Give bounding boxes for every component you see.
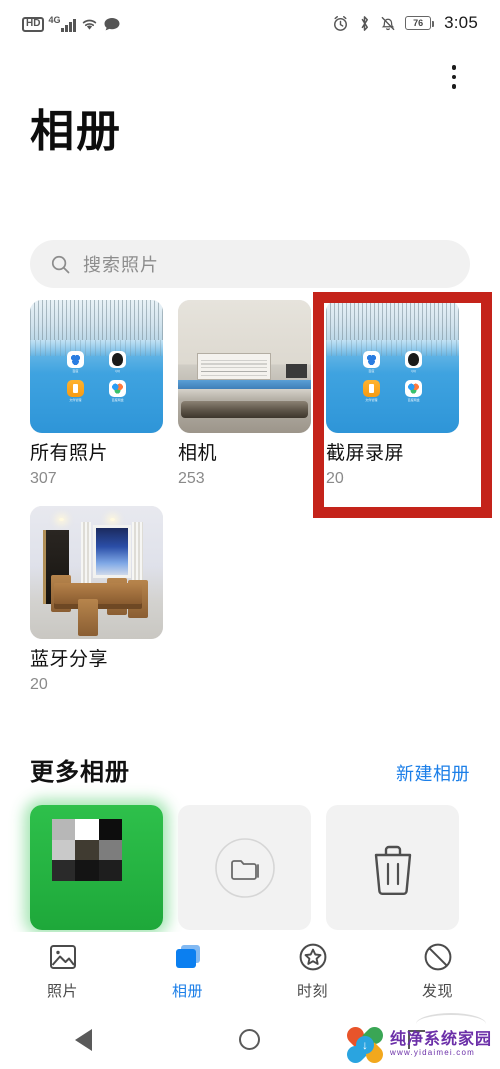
- message-icon: [104, 17, 120, 30]
- more-albums-title: 更多相册: [30, 759, 130, 786]
- home-button[interactable]: [218, 1020, 282, 1060]
- nav-label: 时刻: [296, 983, 328, 1000]
- nav-item-albums[interactable]: 相册: [125, 941, 250, 1001]
- album-name: 所有照片: [30, 443, 109, 464]
- machine-photo-thumbnail: [178, 300, 311, 433]
- file-manager-app-icon: [362, 379, 380, 397]
- back-button[interactable]: [51, 1020, 115, 1060]
- discover-icon: [424, 943, 451, 971]
- pixelated-thumbnail: [52, 819, 122, 881]
- album-name: 截屏录屏: [326, 443, 405, 464]
- album-item-camera[interactable]: 相机 253: [178, 300, 326, 488]
- albums-icon: [175, 945, 200, 968]
- circle-home-icon: [239, 1029, 261, 1050]
- baidu-netdisk-app-icon: [109, 379, 127, 397]
- qq-app-icon: [109, 350, 127, 368]
- album-count: 20: [326, 469, 344, 487]
- bluetooth-icon: [361, 15, 369, 31]
- more-albums-header: 更多相册 新建相册: [30, 752, 470, 787]
- nav-item-moments[interactable]: 时刻: [250, 941, 375, 1001]
- download-arrow-icon: ↓: [355, 1036, 374, 1054]
- album-thumbnail[interactable]: [30, 505, 163, 639]
- moments-star-icon: [299, 943, 326, 971]
- status-bar-right: 76 3:05: [332, 13, 478, 33]
- new-album-button[interactable]: 新建相册: [396, 760, 470, 786]
- battery-icon: 76: [405, 16, 435, 30]
- homescreen-screenshot-thumbnail: 百度 QQ 文件管理 百度网盘: [326, 300, 459, 433]
- search-placeholder: 搜索照片: [83, 255, 159, 275]
- more-album-tile-recently-deleted[interactable]: [326, 805, 459, 930]
- baidu-app-icon: [362, 350, 380, 368]
- alarm-icon: [334, 15, 348, 31]
- more-album-tile-other-albums[interactable]: [178, 805, 311, 930]
- signal-icon: 4G: [48, 15, 76, 32]
- file-manager-app-icon: [66, 379, 84, 397]
- album-item-bluetooth-share[interactable]: 蓝牙分享 20: [30, 505, 178, 694]
- hd-icon: HD: [22, 16, 45, 32]
- qq-app-icon: [405, 350, 423, 368]
- album-name: 蓝牙分享: [30, 648, 109, 670]
- watermark: ↓ 纯净系统家园 www.yidaimei.com: [343, 1023, 492, 1067]
- bottom-navigation: 照片 相册 时刻 发现: [0, 932, 500, 1010]
- album-thumbnail[interactable]: 百度 QQ 文件管理 百度网盘: [326, 300, 459, 433]
- album-grid: 百度 QQ 文件管理 百度网盘 所有照片 307 相机 253 百度 QQ 文件…: [30, 300, 475, 712]
- nav-label: 发现: [421, 983, 453, 1000]
- album-thumbnail[interactable]: [178, 300, 311, 433]
- status-bar-clock: 3:05: [444, 13, 478, 32]
- baidu-app-icon: [66, 350, 84, 368]
- album-item-all-photos[interactable]: 百度 QQ 文件管理 百度网盘 所有照片 307: [30, 300, 178, 488]
- baidu-netdisk-app-icon: [405, 379, 423, 397]
- album-name: 相机: [178, 443, 218, 464]
- more-options-icon[interactable]: [442, 62, 466, 92]
- watermark-url: www.yidaimei.com: [389, 1048, 475, 1058]
- nav-label: 相册: [171, 983, 203, 1000]
- trash-icon: [374, 845, 411, 895]
- mute-icon: [381, 16, 395, 30]
- watermark-brand: 纯净系统家园: [389, 1031, 492, 1049]
- more-album-tile-wechat[interactable]: [30, 805, 163, 930]
- search-input[interactable]: 搜索照片: [30, 240, 470, 288]
- watermark-logo-icon: ↓: [343, 1023, 387, 1067]
- dining-room-photo-thumbnail: [30, 505, 163, 639]
- page-title: 相册: [30, 107, 122, 156]
- watermark-text: 纯净系统家园 www.yidaimei.com: [389, 1031, 492, 1058]
- album-thumbnail[interactable]: 百度 QQ 文件管理 百度网盘: [30, 300, 163, 433]
- wifi-icon: [82, 19, 97, 30]
- album-count: 307: [30, 469, 57, 487]
- nav-item-photos[interactable]: 照片: [0, 941, 125, 1001]
- status-bar-left: HD 4G: [22, 15, 121, 32]
- top-bar: [0, 46, 500, 108]
- triangle-back-icon: [74, 1028, 92, 1051]
- album-item-screenshots[interactable]: 百度 QQ 文件管理 百度网盘 截屏录屏 20: [326, 300, 474, 488]
- photo-icon: [49, 945, 76, 969]
- nav-item-discover[interactable]: 发现: [375, 941, 500, 1001]
- signal-bars: [61, 18, 76, 32]
- more-albums-grid: [30, 805, 475, 930]
- homescreen-screenshot-thumbnail: 百度 QQ 文件管理 百度网盘: [30, 300, 163, 433]
- folder-icon: [214, 837, 275, 898]
- status-bar: HD 4G 76 3:05: [0, 0, 500, 46]
- album-count: 20: [30, 675, 48, 693]
- search-icon: [51, 255, 70, 273]
- nav-label: 照片: [46, 983, 78, 1000]
- album-count: 253: [178, 469, 205, 487]
